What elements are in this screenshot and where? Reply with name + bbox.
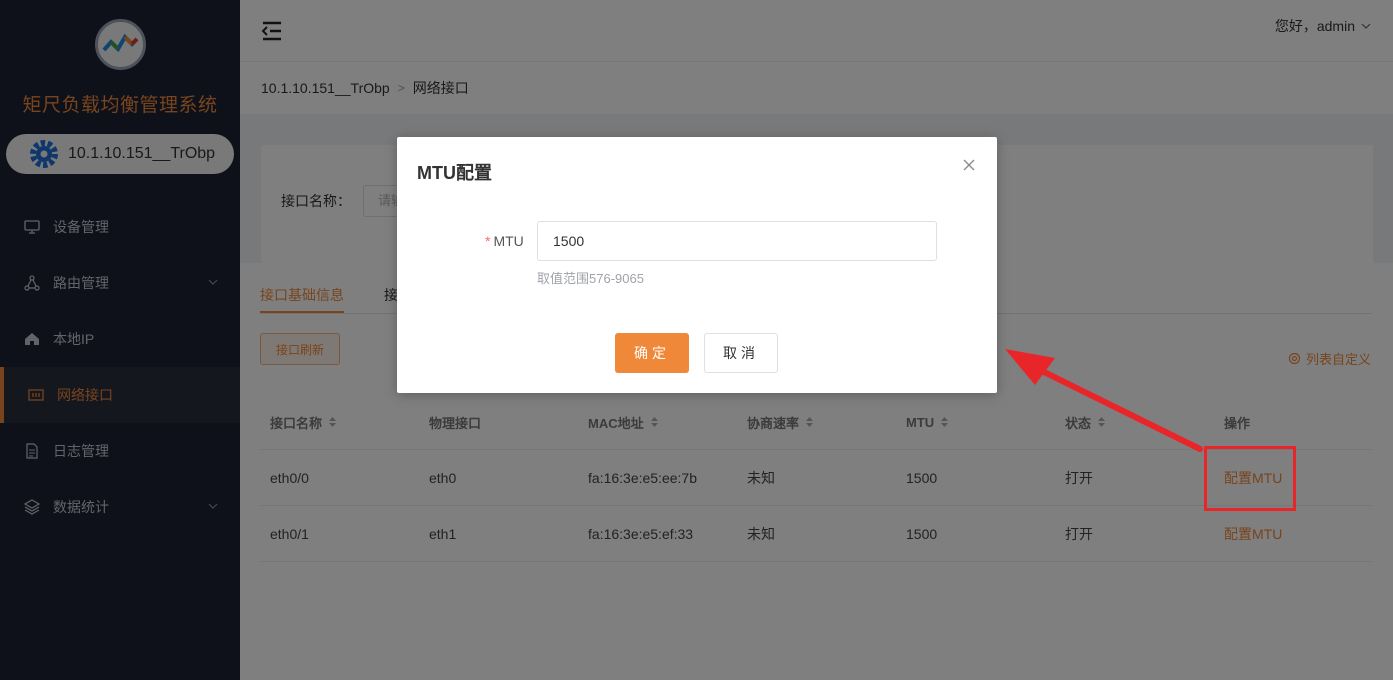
mtu-config-dialog: MTU配置 *MTU 取值范围576-9065 确定 取消 [397,137,997,393]
dialog-title: MTU配置 [417,163,492,183]
mtu-field-label: * MTU [485,233,524,249]
mtu-range-hint: 取值范围576-9065 [537,271,644,286]
annotation-highlight-box [1204,446,1296,511]
required-mark: * [485,233,491,249]
confirm-button[interactable]: 确定 [615,333,689,373]
mtu-input[interactable] [537,221,937,261]
cancel-button[interactable]: 取消 [704,333,778,373]
close-icon[interactable] [963,159,975,171]
